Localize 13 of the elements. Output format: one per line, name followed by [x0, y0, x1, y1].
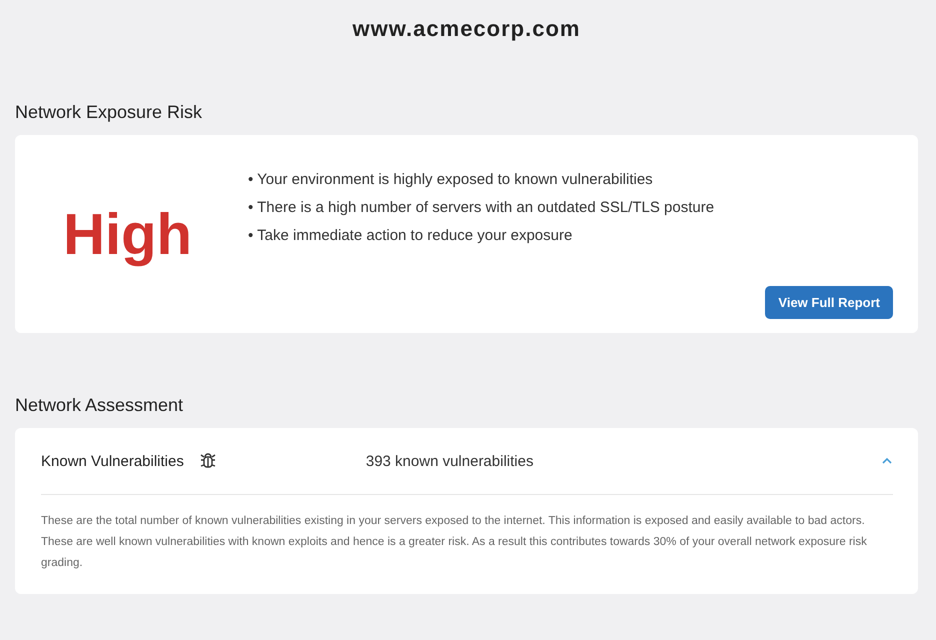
risk-point: • Take immediate action to reduce your exposure	[248, 227, 574, 244]
item-label: Known Vulnerabilities	[41, 452, 184, 470]
item-summary: 393 known vulnerabilities	[366, 452, 534, 470]
view-report-button[interactable]: View Full Report	[765, 286, 893, 319]
item-description: These are the total number of known vulnerabilities existing in your servers exposed to the internet. This information is exposed and easily available to bad actors. These are well known vulnerabilities with known exploits and hence is a greater risk. As a result this contributes towards 30% of your overall network exposure risk grading.	[41, 514, 868, 571]
section-heading: Network Assessment	[15, 395, 184, 416]
risk-point: • There is a high number of servers with an outdated SSL/TLS posture	[248, 199, 716, 216]
chevron-icon[interactable]	[881, 457, 893, 465]
section-heading: Network Exposure Risk	[15, 102, 204, 123]
bug-icon	[200, 452, 216, 470]
risk-point: • Your environment is highly exposed to known vulnerabilities	[248, 171, 654, 188]
site-title: www.acmecorp.com	[352, 15, 582, 42]
risk-rating: High	[62, 200, 193, 268]
